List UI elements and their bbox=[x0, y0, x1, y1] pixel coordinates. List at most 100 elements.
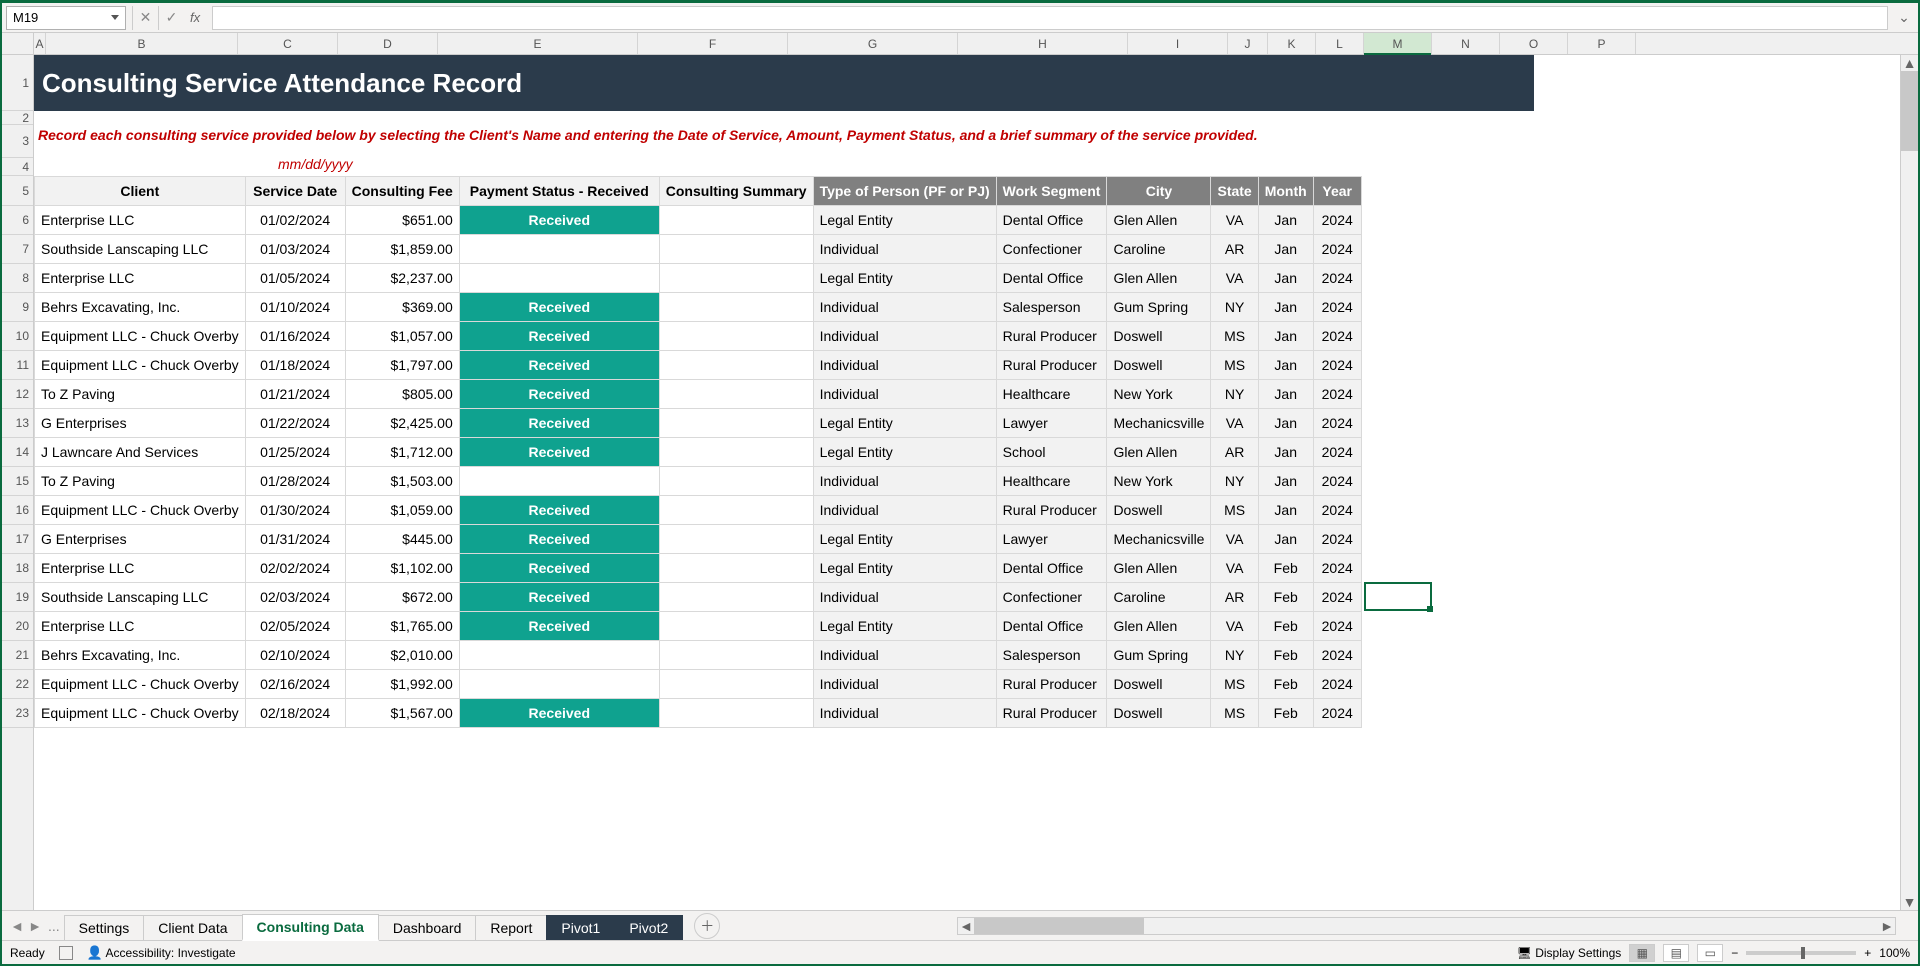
cell[interactable]: Rural Producer bbox=[996, 699, 1107, 728]
cell[interactable]: $651.00 bbox=[345, 206, 459, 235]
cell[interactable]: AR bbox=[1211, 438, 1258, 467]
column-header-D[interactable]: D bbox=[338, 33, 438, 54]
accept-formula-button[interactable]: ✓ bbox=[158, 6, 184, 30]
cell[interactable]: New York bbox=[1107, 467, 1211, 496]
cell[interactable]: 2024 bbox=[1313, 641, 1361, 670]
row-header-1[interactable]: 1 bbox=[2, 55, 33, 111]
cell[interactable] bbox=[659, 380, 813, 409]
cell[interactable]: MS bbox=[1211, 351, 1258, 380]
cell[interactable]: Legal Entity bbox=[813, 206, 996, 235]
cell[interactable]: Jan bbox=[1258, 235, 1313, 264]
cell[interactable]: Equipment LLC - Chuck Overby bbox=[35, 351, 246, 380]
cell[interactable]: 02/03/2024 bbox=[245, 583, 345, 612]
payment-status-cell[interactable]: Received bbox=[459, 554, 659, 583]
row-header-12[interactable]: 12 bbox=[2, 380, 33, 409]
cell[interactable]: Legal Entity bbox=[813, 409, 996, 438]
cell[interactable]: Rural Producer bbox=[996, 496, 1107, 525]
cell[interactable]: NY bbox=[1211, 641, 1258, 670]
row-header-5[interactable]: 5 bbox=[2, 176, 33, 206]
cell[interactable]: Dental Office bbox=[996, 554, 1107, 583]
tab-dashboard[interactable]: Dashboard bbox=[378, 915, 477, 940]
cell[interactable] bbox=[659, 235, 813, 264]
cell[interactable]: 2024 bbox=[1313, 235, 1361, 264]
cell[interactable]: Individual bbox=[813, 351, 996, 380]
vertical-scrollbar[interactable]: ▲ ▼ bbox=[1900, 55, 1918, 910]
cell[interactable]: 2024 bbox=[1313, 612, 1361, 641]
cell[interactable]: $1,102.00 bbox=[345, 554, 459, 583]
cell[interactable]: $1,059.00 bbox=[345, 496, 459, 525]
payment-status-cell[interactable]: Received bbox=[459, 206, 659, 235]
cell[interactable]: New York bbox=[1107, 380, 1211, 409]
cell[interactable]: Dental Office bbox=[996, 264, 1107, 293]
payment-status-cell[interactable]: Received bbox=[459, 293, 659, 322]
cell[interactable]: Individual bbox=[813, 235, 996, 264]
payment-status-cell[interactable]: Received bbox=[459, 496, 659, 525]
zoom-in-button[interactable]: + bbox=[1864, 946, 1871, 960]
cell[interactable]: Lawyer bbox=[996, 409, 1107, 438]
row-header-7[interactable]: 7 bbox=[2, 235, 33, 264]
cell[interactable]: $1,859.00 bbox=[345, 235, 459, 264]
cell[interactable]: Glen Allen bbox=[1107, 612, 1211, 641]
cell[interactable]: $1,765.00 bbox=[345, 612, 459, 641]
fx-label[interactable]: fx bbox=[184, 10, 206, 25]
cell[interactable]: Individual bbox=[813, 467, 996, 496]
cell[interactable]: $2,237.00 bbox=[345, 264, 459, 293]
cell[interactable]: Mechanicsville bbox=[1107, 525, 1211, 554]
cell[interactable]: 01/03/2024 bbox=[245, 235, 345, 264]
cell[interactable]: Healthcare bbox=[996, 380, 1107, 409]
row-header-11[interactable]: 11 bbox=[2, 351, 33, 380]
cell[interactable]: Individual bbox=[813, 583, 996, 612]
row-header-22[interactable]: 22 bbox=[2, 670, 33, 699]
cell[interactable]: $1,503.00 bbox=[345, 467, 459, 496]
cell[interactable]: VA bbox=[1211, 264, 1258, 293]
cell[interactable]: Feb bbox=[1258, 699, 1313, 728]
cell[interactable]: NY bbox=[1211, 293, 1258, 322]
row-header-19[interactable]: 19 bbox=[2, 583, 33, 612]
cell[interactable]: Legal Entity bbox=[813, 438, 996, 467]
tab-consulting-data[interactable]: Consulting Data bbox=[242, 914, 379, 941]
cell[interactable]: 01/02/2024 bbox=[245, 206, 345, 235]
cell[interactable]: NY bbox=[1211, 467, 1258, 496]
cell[interactable]: Legal Entity bbox=[813, 264, 996, 293]
cell[interactable] bbox=[659, 554, 813, 583]
cell[interactable] bbox=[659, 206, 813, 235]
payment-status-cell[interactable]: Received bbox=[459, 699, 659, 728]
cell[interactable]: Doswell bbox=[1107, 496, 1211, 525]
cell[interactable]: Caroline bbox=[1107, 235, 1211, 264]
cell[interactable]: 01/05/2024 bbox=[245, 264, 345, 293]
row-header-21[interactable]: 21 bbox=[2, 641, 33, 670]
column-header-P[interactable]: P bbox=[1568, 33, 1636, 54]
th-city[interactable]: City bbox=[1107, 177, 1211, 206]
cell[interactable]: VA bbox=[1211, 525, 1258, 554]
cell[interactable]: 01/16/2024 bbox=[245, 322, 345, 351]
row-header-4[interactable]: 4 bbox=[2, 158, 33, 176]
cell[interactable]: 2024 bbox=[1313, 554, 1361, 583]
cell[interactable]: Individual bbox=[813, 293, 996, 322]
th-type[interactable]: Type of Person (PF or PJ) bbox=[813, 177, 996, 206]
column-header-L[interactable]: L bbox=[1316, 33, 1364, 54]
payment-status-cell[interactable]: Received bbox=[459, 612, 659, 641]
cell[interactable]: G Enterprises bbox=[35, 525, 246, 554]
scroll-left-button[interactable]: ◄ bbox=[958, 918, 974, 934]
cell[interactable]: 2024 bbox=[1313, 467, 1361, 496]
payment-status-cell[interactable]: Received bbox=[459, 438, 659, 467]
cell[interactable] bbox=[659, 670, 813, 699]
th-state[interactable]: State bbox=[1211, 177, 1258, 206]
column-header-C[interactable]: C bbox=[238, 33, 338, 54]
cell[interactable]: 2024 bbox=[1313, 206, 1361, 235]
cell[interactable]: Gum Spring bbox=[1107, 293, 1211, 322]
cell[interactable]: Salesperson bbox=[996, 641, 1107, 670]
cell[interactable]: Feb bbox=[1258, 554, 1313, 583]
cell[interactable] bbox=[659, 322, 813, 351]
add-sheet-button[interactable]: ＋ bbox=[694, 913, 720, 939]
column-header-A[interactable]: A bbox=[34, 33, 46, 54]
cell[interactable]: 02/02/2024 bbox=[245, 554, 345, 583]
cell[interactable]: Jan bbox=[1258, 206, 1313, 235]
cell[interactable] bbox=[659, 699, 813, 728]
cell[interactable]: Individual bbox=[813, 699, 996, 728]
cell[interactable]: Enterprise LLC bbox=[35, 264, 246, 293]
cell[interactable]: 01/10/2024 bbox=[245, 293, 345, 322]
th-summary[interactable]: Consulting Summary bbox=[659, 177, 813, 206]
payment-status-cell[interactable] bbox=[459, 235, 659, 264]
cell[interactable]: Southside Lanscaping LLC bbox=[35, 235, 246, 264]
